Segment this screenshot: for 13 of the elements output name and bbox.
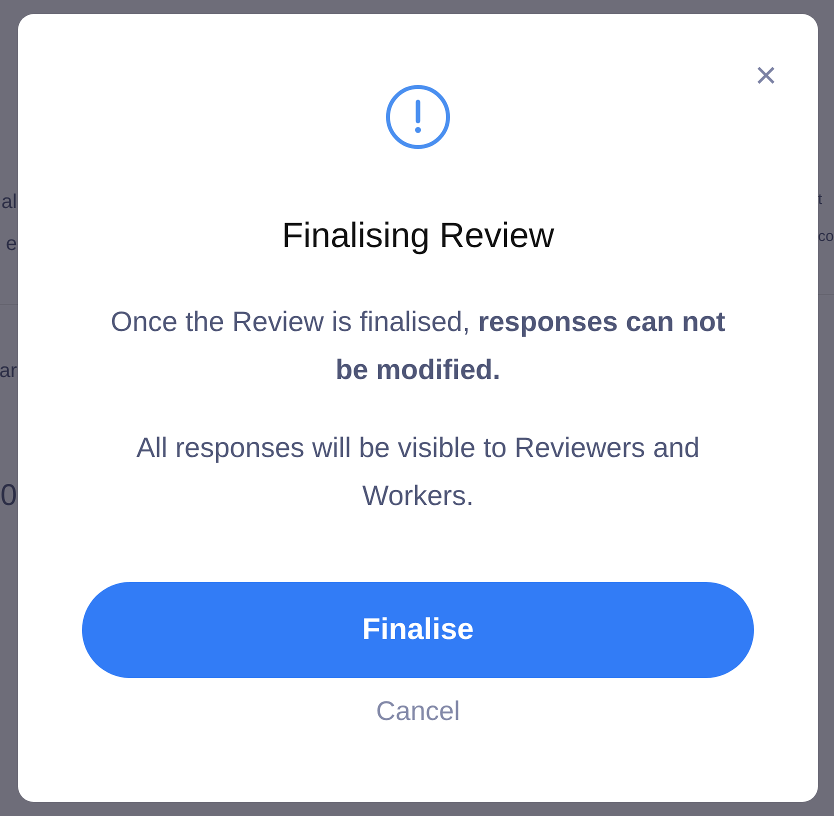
dialog-message: All responses will be visible to Reviewers and Workers.	[135, 431, 701, 513]
alert-icon	[385, 84, 451, 150]
dialog-title: Finalising Review	[282, 216, 554, 256]
dialog-message: Once the Review is finalised, responses can not be modified.	[110, 305, 726, 387]
background-text: al	[1, 192, 17, 212]
close-button[interactable]: ×	[748, 58, 784, 94]
background-text: t	[818, 192, 822, 207]
background-text: co	[818, 229, 834, 244]
background-text: ar	[0, 361, 17, 381]
background-text: 0	[0, 481, 17, 511]
finalise-button[interactable]: Finalise	[82, 582, 754, 678]
background-text: e	[6, 234, 17, 254]
cancel-button[interactable]: Cancel	[368, 692, 468, 731]
